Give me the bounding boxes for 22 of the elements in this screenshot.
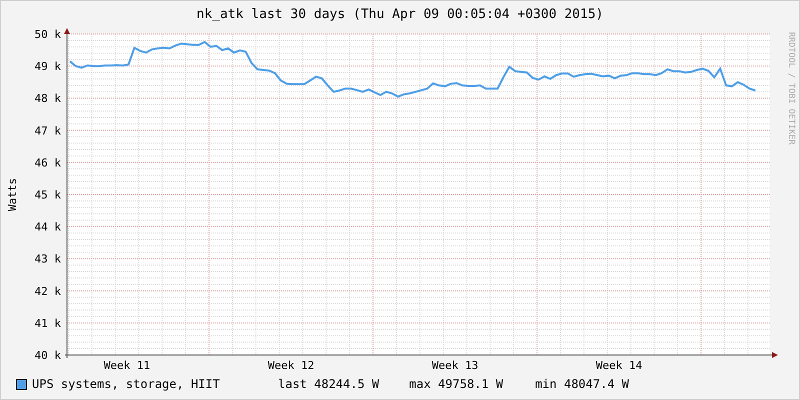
tick-label: 45 k — [34, 188, 61, 202]
tick-label: Week 13 — [432, 359, 478, 371]
tick-label: 42 k — [34, 284, 61, 298]
tick-label: 48 k — [34, 92, 61, 106]
tick-label: 41 k — [34, 316, 61, 330]
tick-label: 49 k — [34, 60, 61, 74]
tick-label: 50 k — [34, 28, 61, 41]
tick-label: Week 12 — [268, 359, 314, 371]
tick-label: 43 k — [34, 252, 61, 266]
tick-label: 46 k — [34, 156, 61, 170]
axis-title: Watts — [6, 178, 19, 212]
legend-stat: max 49758.1 W — [409, 377, 504, 391]
tick-label: 47 k — [34, 124, 61, 138]
tick-label: 44 k — [34, 220, 61, 234]
credit-text: RRDTOOL / TOBI OETIKER — [786, 32, 796, 145]
legend-label: UPS systems, storage, HIIT — [32, 377, 221, 391]
tick-label: 40 k — [34, 349, 61, 362]
legend-stat: min 48047.4 W — [535, 377, 629, 391]
tick-label: Week 11 — [104, 359, 150, 371]
legend-stat: last 48244.5 W — [278, 377, 380, 391]
chart-title: nk_atk last 30 days (Thu Apr 09 00:05:04 +0300 2015) — [196, 7, 604, 22]
tick-label: Week 14 — [596, 359, 642, 371]
